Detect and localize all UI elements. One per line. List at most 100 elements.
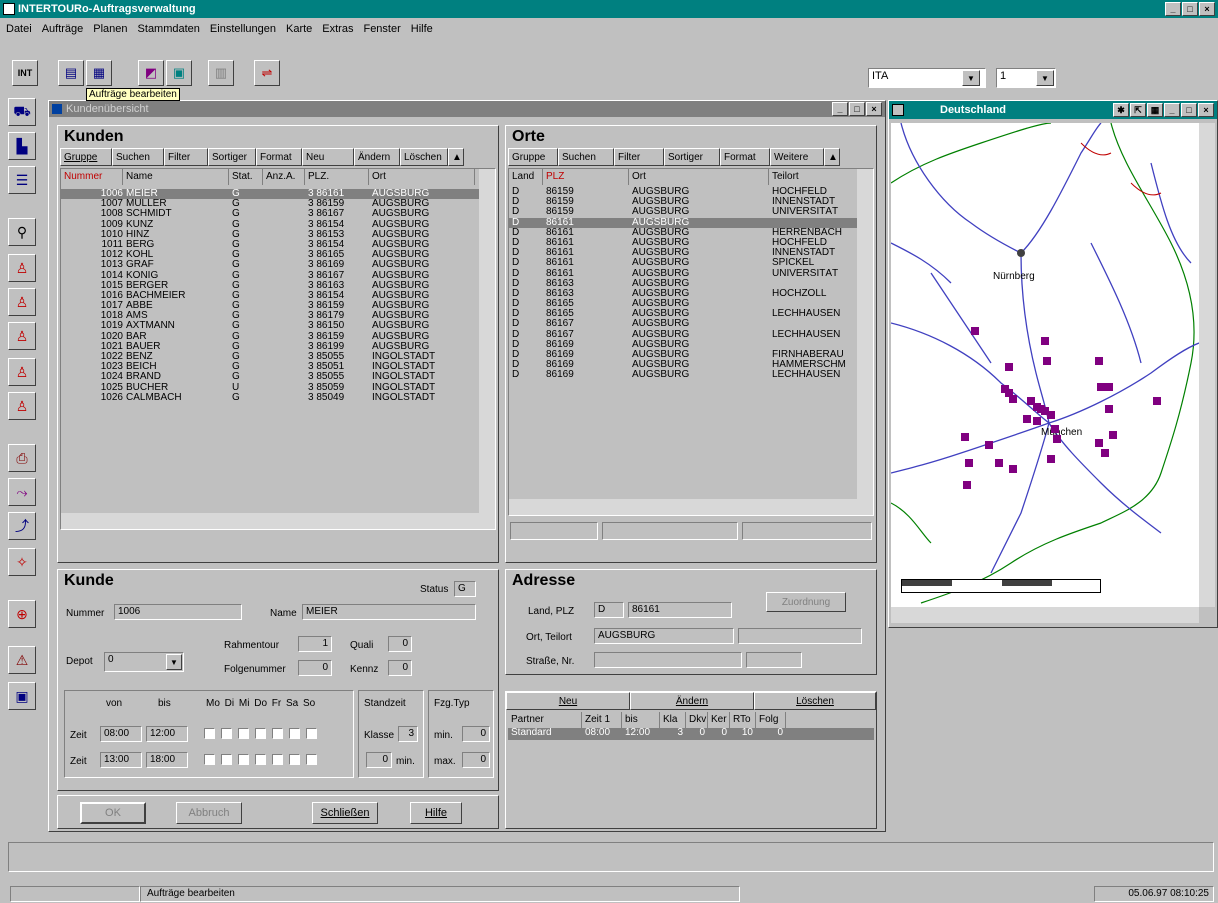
route-edit-icon[interactable]: ⤴ [8,512,36,540]
klasse-field[interactable]: 3 [398,726,418,742]
customer-marker[interactable] [1051,425,1059,433]
user-remove-icon[interactable]: ♙ [8,254,36,282]
weekday-checkbox[interactable] [204,728,215,739]
layers-icon[interactable]: ▦ [1147,103,1163,117]
table-row[interactable]: D 86161 AUGSBURG [509,217,873,228]
table-row[interactable]: 1011 BERG G 3 86154 AUGSBURG [61,240,495,250]
col-name[interactable]: Name [123,169,229,185]
chevron-down-icon[interactable]: ▼ [1036,70,1054,86]
weekday-checkbox[interactable] [272,754,283,765]
table-row[interactable]: D 86169 AUGSBURG [509,340,873,350]
weekday-checkbox[interactable] [272,728,283,739]
scroll-up-icon[interactable]: ▲ [448,148,464,166]
weekday-checkbox[interactable] [306,754,317,765]
table-row[interactable]: 1021 BAUER G 3 86199 AUGSBURG [61,342,495,352]
window-icon[interactable]: ▣ [8,682,36,710]
partner-col[interactable]: Partner [508,712,582,728]
table-row[interactable]: D 86167 AUGSBURG [509,319,873,329]
menu-karte[interactable]: Karte [286,23,312,35]
scroll-up-icon[interactable]: ▲ [824,148,840,166]
col-land[interactable]: Land [509,169,543,185]
table-row[interactable]: 1022 BENZ G 3 85055 INGOLSTADT [61,352,495,362]
table-row[interactable]: 1013 GRAF G 3 86169 AUGSBURG [61,260,495,270]
table-row[interactable]: D 86161 AUGSBURG UNIVERSITÄT [509,269,873,279]
table-row[interactable]: D 86161 AUGSBURG SPICKEL [509,258,873,268]
nuernberg-marker[interactable] [1017,249,1025,257]
customer-marker[interactable] [1005,363,1013,371]
neu-button[interactable]: Neu [302,148,354,166]
table-row[interactable]: D 86167 AUGSBURG LECHHAUSEN [509,330,873,340]
table-row[interactable]: 1026 CALMBACH G 3 85049 INGOLSTADT [61,393,495,403]
table-row[interactable]: 1015 BERGER G 3 86163 AUGSBURG [61,281,495,291]
table-row[interactable]: D 86163 AUGSBURG [509,279,873,289]
chevron-down-icon[interactable]: ▼ [166,654,182,670]
plz-field[interactable]: 86161 [628,602,732,618]
sortieren-button[interactable]: Sortiger [664,148,720,166]
weekday-checkbox[interactable] [255,728,266,739]
table-row[interactable]: D 86165 AUGSBURG LECHHAUSEN [509,309,873,319]
loeschen-button[interactable]: Löschen [400,148,448,166]
partner-col[interactable]: Kla [660,712,686,728]
weekday-checkbox[interactable] [306,728,317,739]
customer-marker[interactable] [1053,435,1061,443]
table-row[interactable]: 1006 MEIER G 3 86161 AUGSBURG [61,189,495,200]
pan-icon[interactable]: ⇱ [1130,103,1146,117]
minimize-icon[interactable]: _ [1164,103,1180,117]
gruppe-button[interactable]: Gruppe [60,148,112,166]
close-icon[interactable]: × [1199,2,1215,16]
fzg-min-field[interactable]: 0 [462,726,490,742]
table-row[interactable]: 1018 AMS G 3 86179 AUGSBURG [61,311,495,321]
zeit1-von-field[interactable]: 08:00 [100,726,142,742]
weekday-checkbox[interactable] [289,728,300,739]
zoom-icon[interactable]: ✱ [1113,103,1129,117]
weekday-checkbox[interactable] [221,728,232,739]
abbruch-button[interactable]: Abbruch [176,802,242,824]
partner-col[interactable]: Ker [708,712,730,728]
orders-icon[interactable]: ▤ [58,60,84,86]
vehicle-icon[interactable]: ▙ [8,132,36,160]
map-vscroll[interactable] [1199,123,1215,607]
connect-icon[interactable]: ⇌ [254,60,280,86]
customer-marker[interactable] [1105,383,1113,391]
table-row[interactable]: 1014 KÖNIG G 3 86167 AUGSBURG [61,271,495,281]
chevron-down-icon[interactable]: ▼ [962,70,980,86]
table-row[interactable]: 1008 SCHMIDT G 3 86167 AUGSBURG [61,209,495,219]
loeschen-button[interactable]: Löschen [754,692,876,710]
strasse-field[interactable] [594,652,742,668]
col-plz[interactable]: PLZ. [305,169,369,185]
customer-marker[interactable] [971,327,979,335]
table-row[interactable]: 1024 BRAND G 3 85055 INGOLSTADT [61,372,495,382]
ok-button[interactable]: OK [80,802,146,824]
kennz-field[interactable]: 0 [388,660,412,676]
customer-marker[interactable] [1033,417,1041,425]
rahmentour-field[interactable]: 1 [298,636,332,652]
schliessen-button[interactable]: Schließen [312,802,378,824]
weitere-button[interactable]: Weitere [770,148,824,166]
user-undo-icon[interactable]: ♙ [8,358,36,386]
user-move-icon[interactable]: ♙ [8,392,36,420]
warning-icon[interactable]: ⚠ [8,646,36,674]
col-plz[interactable]: PLZ [543,169,629,185]
orte-vscroll[interactable] [857,169,873,499]
weekday-checkbox[interactable] [221,754,232,765]
customer-marker[interactable] [1097,383,1105,391]
zuordnung-button[interactable]: Zuordnung [766,592,846,612]
customer-marker[interactable] [1009,465,1017,473]
filter-button[interactable]: Filter [614,148,664,166]
table-row[interactable]: 1020 BAR G 3 86159 AUGSBURG [61,332,495,342]
maximize-icon[interactable]: □ [849,102,865,116]
plan-icon[interactable]: ◩ [138,60,164,86]
orte-hscroll[interactable] [509,499,873,515]
hilfe-button[interactable]: Hilfe [410,802,462,824]
table-row[interactable]: 1025 BUCHER U 3 85059 INGOLSTADT [61,383,495,393]
customer-marker[interactable] [1095,439,1103,447]
ort-field[interactable]: AUGSBURG [594,628,734,644]
customer-marker[interactable] [1101,449,1109,457]
standzeit-field[interactable]: 0 [366,752,392,768]
table-row[interactable]: 1009 KUNZ G 3 86154 AUGSBURG [61,220,495,230]
table-row[interactable]: D 86163 AUGSBURG HOCHZOLL [509,289,873,299]
partner-col[interactable]: Dkv [686,712,708,728]
menu-stammdaten[interactable]: Stammdaten [138,23,200,35]
customer-marker[interactable] [1109,431,1117,439]
table-row[interactable]: Standard 08:00 12:00 3 0 0 10 0 [508,728,874,740]
